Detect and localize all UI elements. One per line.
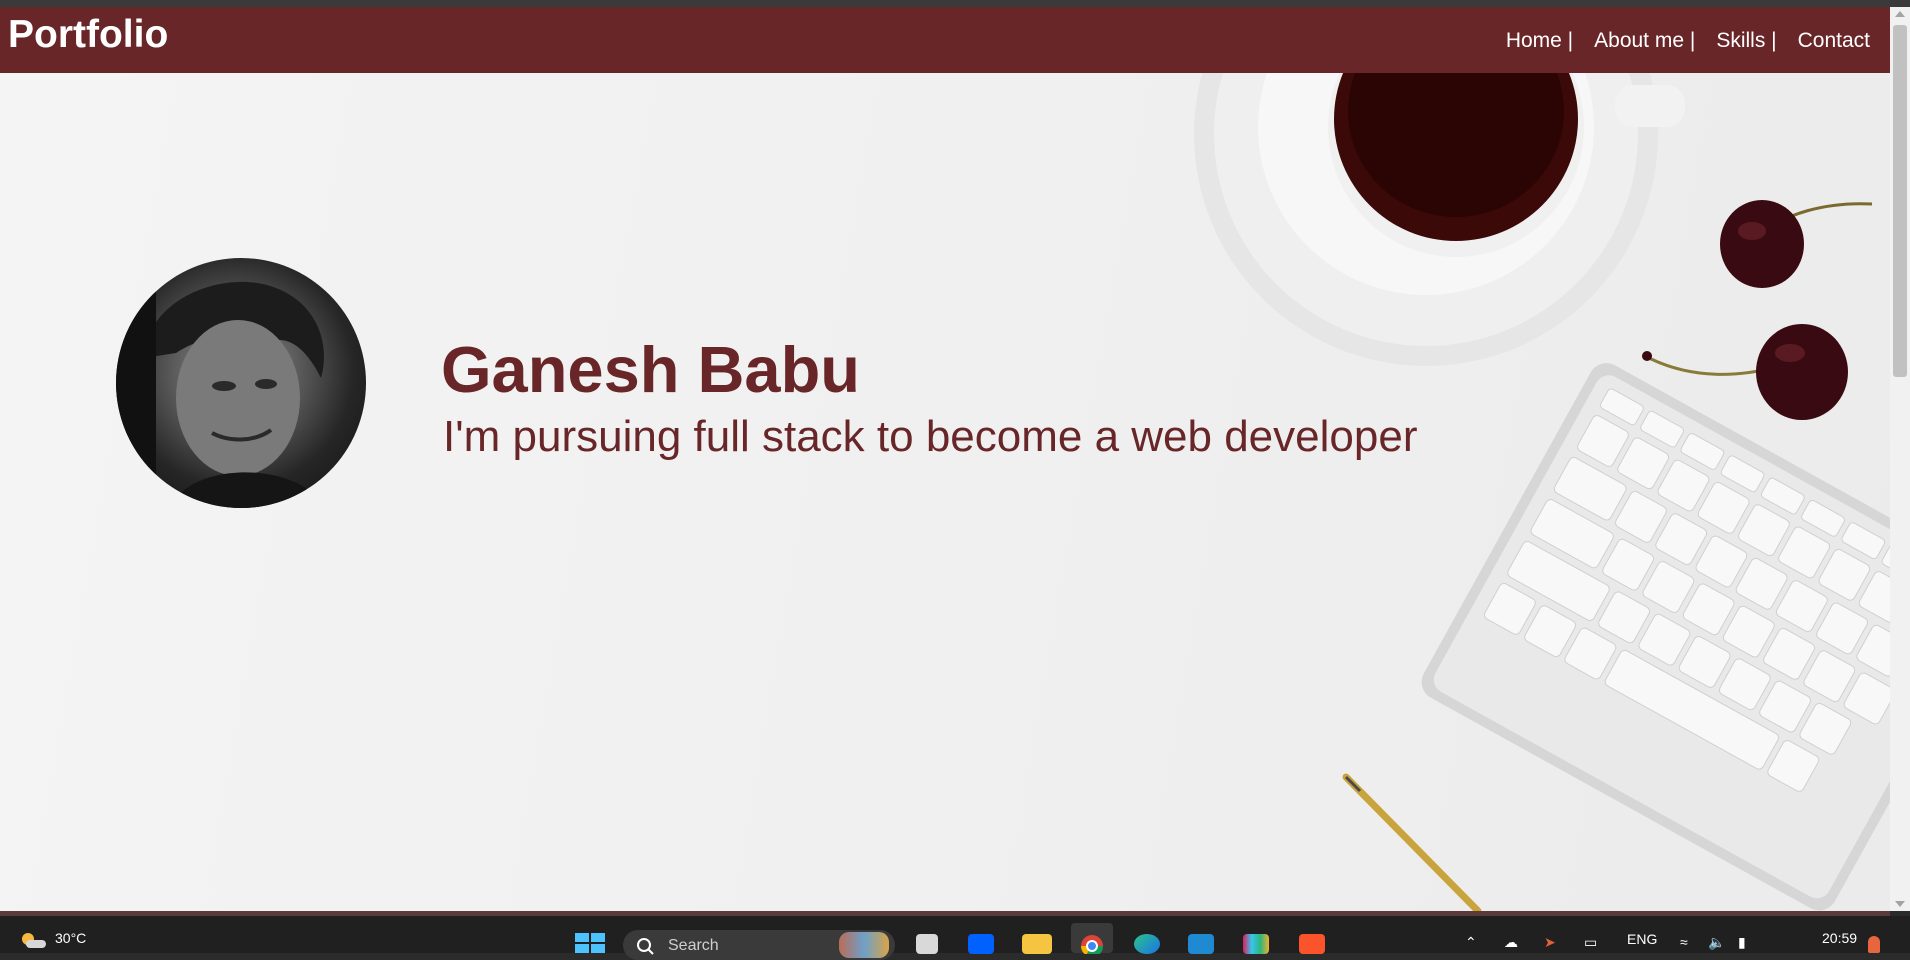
- tray-language[interactable]: ENG: [1627, 931, 1657, 947]
- notification-bell-icon[interactable]: [1868, 936, 1880, 953]
- file-explorer-icon[interactable]: [1022, 934, 1052, 954]
- nav-link-skills[interactable]: Skills |: [1716, 29, 1776, 53]
- nav-links: Home | About me | Skills | Contact: [1506, 29, 1870, 53]
- tray-send-icon[interactable]: ➤: [1544, 934, 1556, 951]
- hero-name: Ganesh Babu: [441, 333, 860, 406]
- keyboard-illustration: [1421, 363, 1890, 911]
- taskbar-search-box[interactable]: Search: [623, 930, 895, 960]
- scroll-thumb[interactable]: [1893, 25, 1907, 377]
- portfolio-page: Portfolio Home | About me | Skills | Con…: [0, 7, 1890, 911]
- windows-taskbar: 30°C Search ⌃ ☁ ➤ ▭ ENG ≈ 🔈 ▮ 20:59: [0, 916, 1910, 960]
- cherries-illustration: [1642, 200, 1873, 420]
- tray-device-icon[interactable]: ▭: [1584, 934, 1597, 951]
- battery-icon[interactable]: ▮: [1738, 934, 1746, 951]
- brand-logo[interactable]: Portfolio: [8, 13, 168, 57]
- navbar: Portfolio Home | About me | Skills | Con…: [0, 7, 1890, 73]
- scroll-down-arrow-icon[interactable]: [1895, 901, 1905, 907]
- search-highlight-image: [839, 932, 889, 958]
- portrait-silhouette-icon: [116, 258, 326, 508]
- dropbox-icon[interactable]: [968, 934, 994, 954]
- chrome-icon[interactable]: [1079, 934, 1105, 954]
- vscode-icon[interactable]: [1188, 934, 1214, 954]
- tray-overflow-chevron-icon[interactable]: ⌃: [1465, 934, 1477, 951]
- hero-tagline: I'm pursuing full stack to become a web …: [443, 412, 1418, 461]
- wifi-icon[interactable]: ≈: [1680, 934, 1688, 950]
- window-top-border: [0, 0, 1910, 7]
- page-scrollbar[interactable]: [1890, 7, 1910, 911]
- nav-link-home[interactable]: Home |: [1506, 29, 1573, 53]
- scroll-up-arrow-icon[interactable]: [1895, 11, 1905, 17]
- tray-cloud-icon[interactable]: ☁: [1504, 934, 1518, 951]
- start-icon[interactable]: [575, 933, 605, 953]
- file-icon[interactable]: [916, 934, 938, 954]
- pen-illustration: [1342, 773, 1482, 911]
- edge-icon[interactable]: [1134, 934, 1160, 954]
- search-icon: [637, 938, 654, 955]
- weather-sun-cloud-icon[interactable]: [18, 930, 46, 950]
- nav-link-contact[interactable]: Contact: [1798, 29, 1870, 53]
- slack-icon[interactable]: [1243, 934, 1269, 954]
- nav-link-about[interactable]: About me |: [1594, 29, 1695, 53]
- volume-icon[interactable]: 🔈: [1708, 934, 1725, 951]
- profile-avatar: [116, 258, 366, 508]
- weather-temperature[interactable]: 30°C: [55, 930, 86, 946]
- tray-clock[interactable]: 20:59: [1822, 930, 1857, 946]
- brave-icon[interactable]: [1299, 934, 1325, 954]
- search-placeholder: Search: [668, 937, 719, 954]
